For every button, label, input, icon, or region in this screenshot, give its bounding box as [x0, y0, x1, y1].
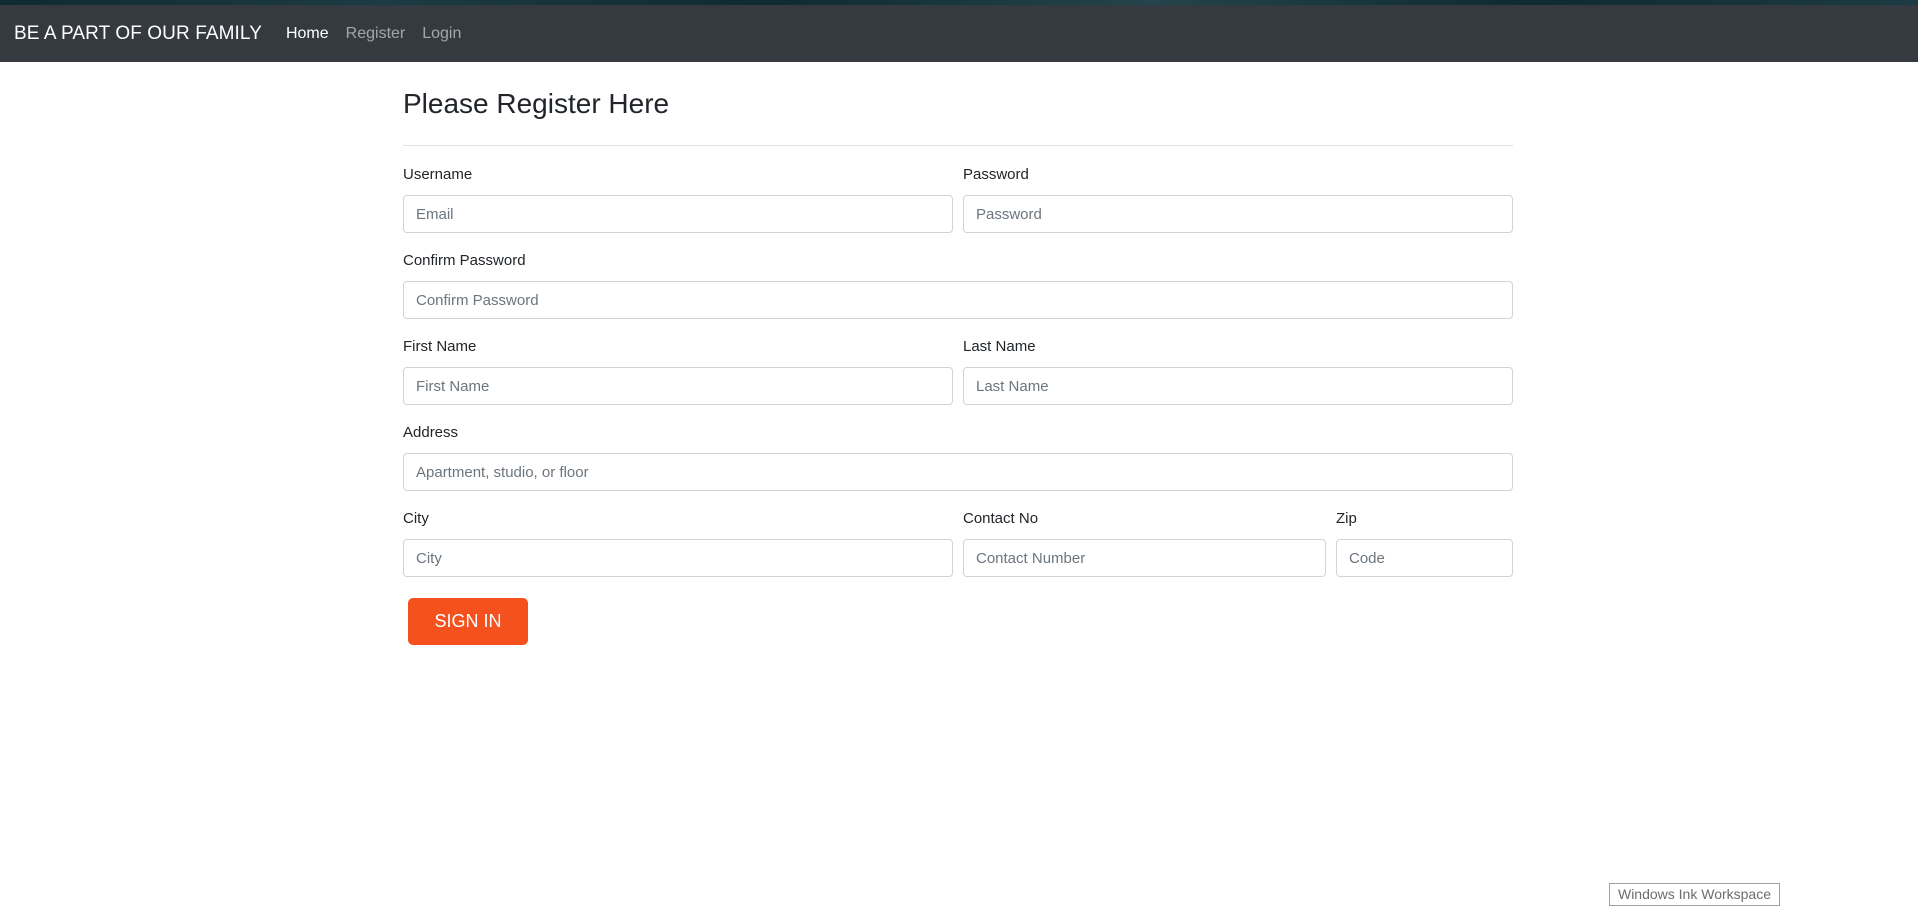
address-input[interactable]: [403, 453, 1513, 491]
zip-label: Zip: [1336, 510, 1357, 527]
first-name-input[interactable]: [403, 367, 953, 405]
register-form-container: Please Register Here Username Password C…: [403, 62, 1513, 645]
confirm-password-input[interactable]: [403, 281, 1513, 319]
city-group: City: [403, 509, 953, 577]
title-divider: [403, 145, 1513, 146]
form-row-location: City Contact No Zip: [403, 509, 1513, 577]
zip-group: Zip: [1336, 509, 1513, 577]
nav-links: Home Register Login: [286, 25, 478, 43]
last-name-group: Last Name: [963, 337, 1513, 405]
nav-link-home[interactable]: Home: [286, 25, 329, 43]
contact-input[interactable]: [963, 539, 1326, 577]
address-label: Address: [403, 424, 459, 441]
username-input[interactable]: [403, 195, 953, 233]
password-group: Password: [963, 165, 1513, 233]
form-row-address: Address: [403, 423, 1513, 491]
zip-input[interactable]: [1336, 539, 1513, 577]
windows-ink-workspace-button[interactable]: Windows Ink Workspace: [1609, 883, 1780, 906]
password-label: Password: [963, 166, 1029, 183]
nav-link-login[interactable]: Login: [422, 25, 461, 43]
username-group: Username: [403, 165, 953, 233]
form-row-confirm: Confirm Password: [403, 251, 1513, 319]
username-label: Username: [403, 166, 473, 183]
password-input[interactable]: [963, 195, 1513, 233]
nav-link-register[interactable]: Register: [346, 25, 406, 43]
contact-group: Contact No: [963, 509, 1326, 577]
contact-label: Contact No: [963, 510, 1039, 527]
address-group: Address: [403, 423, 1513, 491]
city-label: City: [403, 510, 429, 527]
confirm-password-label: Confirm Password: [403, 252, 526, 269]
form-row-credentials: Username Password: [403, 165, 1513, 233]
city-input[interactable]: [403, 539, 953, 577]
last-name-input[interactable]: [963, 367, 1513, 405]
navbar: BE A PART OF OUR FAMILY Home Register Lo…: [0, 5, 1918, 62]
first-name-label: First Name: [403, 338, 477, 355]
last-name-label: Last Name: [963, 338, 1036, 355]
first-name-group: First Name: [403, 337, 953, 405]
confirm-password-group: Confirm Password: [403, 251, 1513, 319]
sign-in-button[interactable]: SIGN IN: [408, 598, 528, 645]
page-title: Please Register Here: [403, 88, 670, 119]
navbar-brand[interactable]: BE A PART OF OUR FAMILY: [14, 23, 262, 45]
form-row-names: First Name Last Name: [403, 337, 1513, 405]
